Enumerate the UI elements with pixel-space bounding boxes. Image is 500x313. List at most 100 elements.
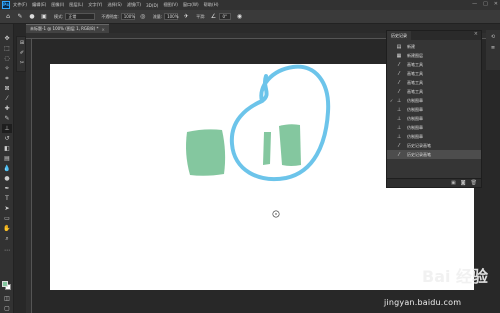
gradient-tool-icon[interactable]: ▤ bbox=[2, 154, 12, 163]
brush-tool-preset-icon[interactable]: ✎ bbox=[16, 13, 24, 21]
pressure-opacity-icon[interactable]: ◎ bbox=[139, 13, 147, 21]
menu-edit[interactable]: 编辑(E) bbox=[32, 2, 46, 8]
brush-icon: ⁄ bbox=[398, 151, 400, 158]
lasso-tool-icon[interactable]: ◌ bbox=[2, 54, 12, 63]
history-item[interactable]: ▤ 新建 bbox=[387, 42, 481, 51]
layer-icon: ▦ bbox=[396, 52, 402, 59]
history-list: ▤ 新建 ▦ 新建图层 ⁄ 画笔工具 ⁄ 画笔工具 ⁄ 画笔工具 ⁄ 画笔工具 ✓ ⊥ 仿制图章 ⊥ 仿制图章 ⊥… bbox=[387, 42, 481, 159]
crop-tool-icon[interactable]: ⌗ bbox=[2, 74, 12, 83]
pressure-size-icon[interactable]: ◉ bbox=[235, 13, 243, 21]
secondary-tools-column: ⊞ ✐ ✂ bbox=[16, 36, 26, 72]
document-icon: ▤ bbox=[396, 43, 402, 50]
eyedropper-tool-icon[interactable]: ⁄ bbox=[2, 94, 12, 103]
trash-icon[interactable]: 🗑 bbox=[471, 180, 477, 186]
history-item-label: 历史记录画笔 bbox=[407, 151, 431, 157]
brush-panel-icon[interactable]: ▣ bbox=[40, 13, 48, 21]
stamp-icon: ⊥ bbox=[396, 115, 402, 122]
history-panel-header: 历史记录 × bbox=[387, 31, 481, 40]
mode-select[interactable]: 正常 bbox=[65, 13, 96, 20]
clone-source-icon[interactable]: ✂ bbox=[18, 59, 26, 67]
history-item-label: 画笔工具 bbox=[407, 79, 423, 85]
path-selection-tool-icon[interactable]: ➤ bbox=[2, 204, 12, 213]
menu-image[interactable]: 图像(I) bbox=[51, 2, 64, 8]
history-panel-icon[interactable]: ⟲ bbox=[489, 33, 497, 41]
foreground-color-swatch[interactable] bbox=[2, 281, 8, 287]
opacity-field[interactable]: 100% bbox=[120, 13, 135, 20]
history-item-label: 画笔工具 bbox=[407, 88, 423, 94]
opacity-label: 不透明度: bbox=[101, 13, 119, 19]
dodge-tool-icon[interactable]: ● bbox=[2, 174, 12, 183]
type-tool-icon[interactable]: T bbox=[2, 194, 12, 203]
history-brush-tool-icon[interactable]: ↺ bbox=[2, 134, 12, 143]
airbrush-icon[interactable]: ✈ bbox=[182, 13, 190, 21]
move-tool-icon[interactable]: ✥ bbox=[2, 34, 12, 43]
flow-field[interactable]: 100% bbox=[164, 13, 179, 20]
pen-tool-icon[interactable]: ✒ bbox=[2, 184, 12, 193]
history-item-label: 仿制图章 bbox=[407, 115, 423, 121]
menu-filter[interactable]: 滤镜(T) bbox=[127, 2, 141, 8]
more-tools-icon[interactable]: ⋯ bbox=[2, 246, 12, 255]
menu-3d[interactable]: 3D(D) bbox=[146, 3, 158, 8]
history-item[interactable]: ⁄ 历史记录画笔 bbox=[387, 141, 481, 150]
stamp-icon: ⊥ bbox=[396, 97, 402, 104]
green-paint-stroke-thin bbox=[263, 132, 271, 165]
close-window-button[interactable]: ✕ bbox=[494, 1, 498, 7]
screen-mode-icon[interactable]: ▢ bbox=[2, 304, 12, 313]
shape-tool-icon[interactable]: ▭ bbox=[2, 214, 12, 223]
brush-preset-icon[interactable]: ✐ bbox=[18, 49, 26, 57]
close-tab-icon[interactable]: × bbox=[102, 27, 105, 32]
brush-icon: ⁄ bbox=[398, 61, 400, 68]
blur-tool-icon[interactable]: 💧 bbox=[2, 164, 12, 173]
zoom-tool-icon[interactable]: ⌕ bbox=[2, 234, 12, 243]
history-item[interactable]: ⁄ 画笔工具 bbox=[387, 87, 481, 96]
layers-panel-icon[interactable]: ≣ bbox=[489, 44, 497, 52]
history-item[interactable]: ⊥ 仿制图章 bbox=[387, 114, 481, 123]
tab-history[interactable]: 历史记录 bbox=[387, 31, 411, 40]
history-item[interactable]: ⁄ 历史记录画笔 bbox=[387, 150, 481, 159]
artboard-icon[interactable]: ⊞ bbox=[18, 39, 26, 47]
green-paint-stroke-thick bbox=[279, 124, 301, 166]
menu-type[interactable]: 文字(Y) bbox=[88, 2, 102, 8]
green-paint-square bbox=[186, 129, 226, 176]
history-item[interactable]: ⁄ 画笔工具 bbox=[387, 78, 481, 87]
eraser-tool-icon[interactable]: ◧ bbox=[2, 144, 12, 153]
history-item[interactable]: ✓ ⊥ 仿制图章 bbox=[387, 96, 481, 105]
history-item[interactable]: ▦ 新建图层 bbox=[387, 51, 481, 60]
healing-brush-icon[interactable]: ✚ bbox=[2, 104, 12, 113]
history-item[interactable]: ⊥ 仿制图章 bbox=[387, 123, 481, 132]
menu-select[interactable]: 选择(S) bbox=[107, 2, 121, 8]
menu-layer[interactable]: 图层(L) bbox=[69, 2, 83, 8]
flow-label: 流量: bbox=[152, 13, 163, 19]
menu-window[interactable]: 窗口(W) bbox=[183, 2, 199, 8]
quick-select-tool-icon[interactable]: ✧ bbox=[2, 64, 12, 73]
brush-tool-icon[interactable]: ✎ bbox=[2, 114, 12, 123]
marquee-tool-icon[interactable]: ⬚ bbox=[2, 44, 12, 53]
close-panel-icon[interactable]: × bbox=[474, 31, 478, 37]
brush-icon: ⁄ bbox=[398, 79, 400, 86]
blue-stroke-loop bbox=[229, 64, 331, 181]
maximize-button[interactable]: □ bbox=[483, 1, 488, 7]
menu-view[interactable]: 视图(V) bbox=[163, 2, 178, 8]
menu-help[interactable]: 帮助(H) bbox=[204, 2, 219, 8]
new-document-from-state-icon[interactable]: ▣ bbox=[451, 180, 456, 186]
hand-tool-icon[interactable]: ✋ bbox=[2, 224, 12, 233]
history-item[interactable]: ⊥ 仿制图章 bbox=[387, 132, 481, 141]
quick-mask-icon[interactable]: ◫ bbox=[2, 294, 12, 303]
snapshot-icon[interactable]: ◙ bbox=[461, 180, 466, 186]
history-item-label: 仿制图章 bbox=[407, 124, 423, 130]
history-item[interactable]: ⁄ 画笔工具 bbox=[387, 60, 481, 69]
angle-field[interactable]: 0° bbox=[219, 13, 232, 20]
document-tab[interactable]: 未标题-1 @ 100% (图层 1, RGB/8) * × bbox=[26, 24, 109, 33]
frame-tool-icon[interactable]: ⊠ bbox=[2, 84, 12, 93]
history-item[interactable]: ⁄ 画笔工具 bbox=[387, 69, 481, 78]
history-item[interactable]: ⊥ 仿制图章 bbox=[387, 105, 481, 114]
brush-size-icon[interactable]: ● bbox=[28, 13, 36, 21]
history-item-label: 仿制图章 bbox=[407, 97, 423, 103]
document-tab-title: 未标题-1 @ 100% (图层 1, RGB/8) * bbox=[30, 26, 99, 31]
clone-stamp-tool-icon[interactable]: ⊥ bbox=[2, 124, 12, 133]
history-source-marker[interactable]: ✓ bbox=[387, 98, 396, 103]
home-icon[interactable]: ⌂ bbox=[4, 13, 12, 21]
menu-file[interactable]: 文件(F) bbox=[13, 2, 27, 8]
minimize-button[interactable]: — bbox=[472, 1, 477, 7]
angle-icon: ∠ bbox=[210, 13, 217, 20]
